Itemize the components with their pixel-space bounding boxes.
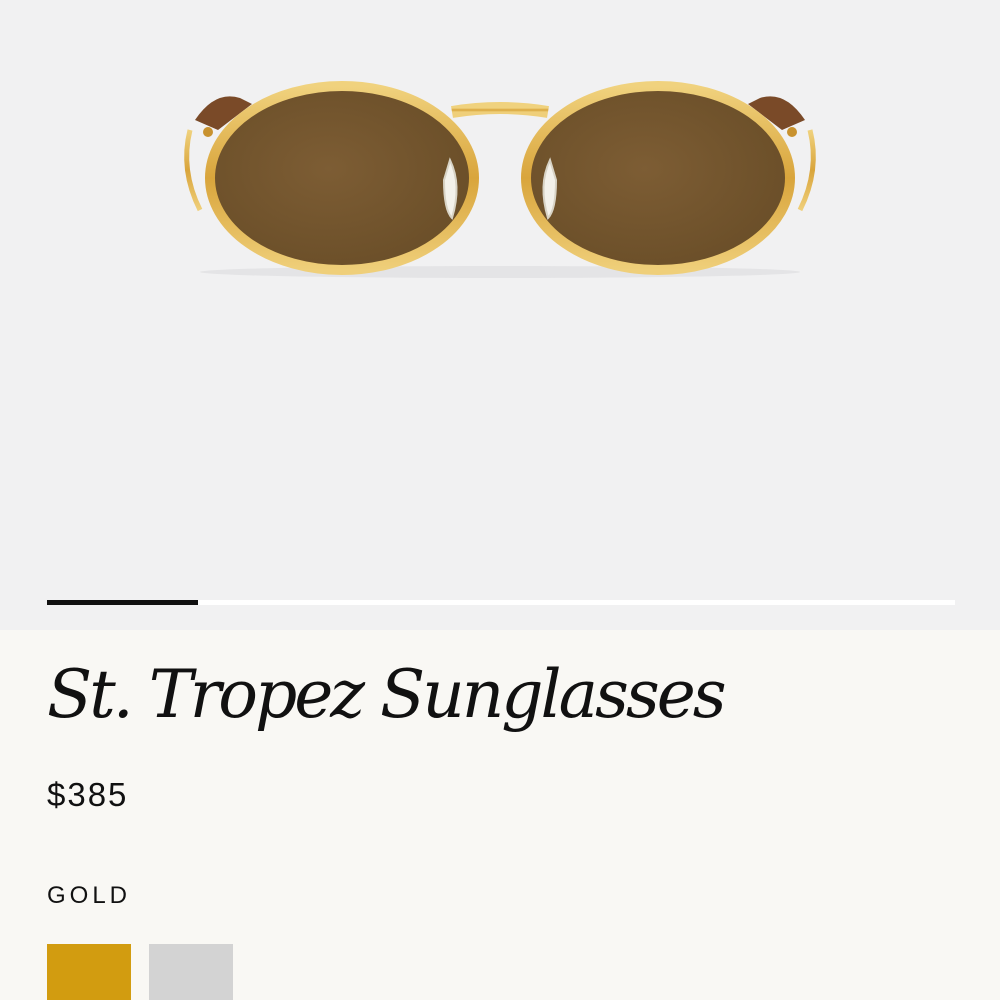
color-swatch-gold[interactable] <box>47 944 131 1000</box>
product-image <box>184 81 816 278</box>
color-swatch-silver[interactable] <box>149 944 233 1000</box>
selected-color-label: GOLD <box>47 882 132 909</box>
product-info: St. Tropez Sunglasses $385 GOLD <box>0 630 1000 1000</box>
product-gallery[interactable] <box>0 0 1000 630</box>
gallery-progress-indicator <box>47 600 198 605</box>
product-page: St. Tropez Sunglasses $385 GOLD <box>0 0 1000 1000</box>
product-title: St. Tropez Sunglasses <box>47 656 727 733</box>
product-price: $385 <box>47 776 129 813</box>
gallery-progress-track[interactable] <box>47 600 955 605</box>
color-swatches <box>47 944 233 1000</box>
